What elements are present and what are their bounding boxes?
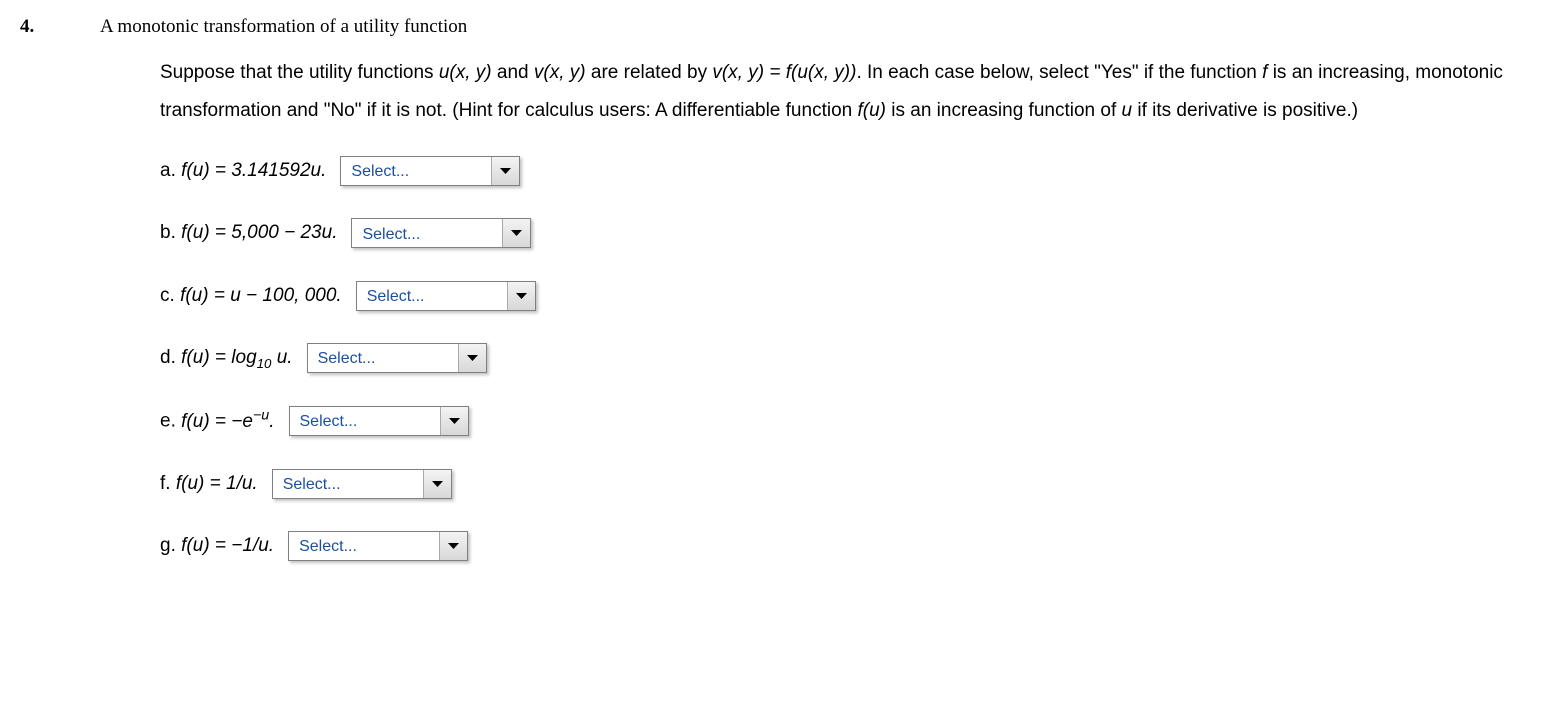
item-letter: f. bbox=[160, 473, 171, 494]
math-rel: v(x, y) = f(u(x, y)) bbox=[712, 62, 856, 83]
chevron-down-icon bbox=[440, 407, 468, 435]
item-f: f. f(u) = 1/u. Select... bbox=[160, 467, 1536, 501]
select-f[interactable]: Select... bbox=[272, 469, 452, 499]
items-list: a. f(u) = 3.141592u. Select... b. f(u) =… bbox=[160, 154, 1536, 563]
item-b: b. f(u) = 5,000 − 23u. Select... bbox=[160, 216, 1536, 250]
select-d[interactable]: Select... bbox=[307, 343, 487, 373]
item-d-expr: f(u) = log10 u. bbox=[181, 347, 292, 368]
select-placeholder: Select... bbox=[352, 219, 502, 247]
item-b-expr: f(u) = 5,000 − 23u. bbox=[181, 222, 337, 243]
select-g[interactable]: Select... bbox=[288, 531, 468, 561]
body-text-frag: is an increasing function of bbox=[886, 100, 1122, 121]
item-letter: a. bbox=[160, 160, 176, 181]
select-a[interactable]: Select... bbox=[340, 156, 520, 186]
select-placeholder: Select... bbox=[290, 407, 440, 435]
item-a: a. f(u) = 3.141592u. Select... bbox=[160, 154, 1536, 188]
chevron-down-icon bbox=[507, 282, 535, 310]
item-letter: b. bbox=[160, 222, 176, 243]
select-c[interactable]: Select... bbox=[356, 281, 536, 311]
item-d-label: d. f(u) = log10 u. bbox=[160, 341, 293, 376]
chevron-down-icon bbox=[491, 157, 519, 185]
body-text-frag: are related by bbox=[586, 62, 713, 83]
item-c-label: c. f(u) = u − 100, 000. bbox=[160, 279, 342, 313]
item-letter: g. bbox=[160, 535, 176, 556]
chevron-down-icon bbox=[439, 532, 467, 560]
chevron-down-icon bbox=[458, 344, 486, 372]
item-e-expr: f(u) = −e−u. bbox=[181, 411, 274, 432]
select-placeholder: Select... bbox=[308, 344, 458, 372]
item-f-label: f. f(u) = 1/u. bbox=[160, 467, 258, 501]
math-uxy: u(x, y) bbox=[439, 62, 492, 83]
item-b-label: b. f(u) = 5,000 − 23u. bbox=[160, 216, 337, 250]
question-heading: A monotonic transformation of a utility … bbox=[100, 10, 1536, 44]
select-placeholder: Select... bbox=[289, 532, 439, 560]
item-e: e. f(u) = −e−u. Select... bbox=[160, 403, 1536, 439]
item-a-label: a. f(u) = 3.141592u. bbox=[160, 154, 326, 188]
math-u: u bbox=[1122, 100, 1133, 121]
item-g: g. f(u) = −1/u. Select... bbox=[160, 529, 1536, 563]
item-letter: d. bbox=[160, 347, 176, 368]
body-text-frag: and bbox=[492, 62, 534, 83]
item-f-expr: f(u) = 1/u. bbox=[176, 473, 258, 494]
question-body: Suppose that the utility functions u(x, … bbox=[160, 54, 1536, 130]
select-b[interactable]: Select... bbox=[351, 218, 531, 248]
item-letter: c. bbox=[160, 285, 175, 306]
item-g-label: g. f(u) = −1/u. bbox=[160, 529, 274, 563]
item-c: c. f(u) = u − 100, 000. Select... bbox=[160, 279, 1536, 313]
select-placeholder: Select... bbox=[341, 157, 491, 185]
body-text-frag: . In each case below, select "Yes" if th… bbox=[856, 62, 1262, 83]
body-text-frag: Suppose that the utility functions bbox=[160, 62, 439, 83]
item-a-expr: f(u) = 3.141592u. bbox=[181, 160, 326, 181]
item-letter: e. bbox=[160, 411, 176, 432]
item-e-label: e. f(u) = −e−u. bbox=[160, 403, 275, 439]
item-c-expr: f(u) = u − 100, 000. bbox=[180, 285, 342, 306]
select-e[interactable]: Select... bbox=[289, 406, 469, 436]
item-g-expr: f(u) = −1/u. bbox=[181, 535, 274, 556]
select-placeholder: Select... bbox=[357, 282, 507, 310]
math-vxy: v(x, y) bbox=[534, 62, 586, 83]
body-text-frag: if its derivative is positive.) bbox=[1132, 100, 1358, 121]
chevron-down-icon bbox=[502, 219, 530, 247]
question-number: 4. bbox=[20, 10, 100, 44]
item-d: d. f(u) = log10 u. Select... bbox=[160, 341, 1536, 376]
math-fu: f(u) bbox=[857, 100, 886, 121]
chevron-down-icon bbox=[423, 470, 451, 498]
select-placeholder: Select... bbox=[273, 470, 423, 498]
